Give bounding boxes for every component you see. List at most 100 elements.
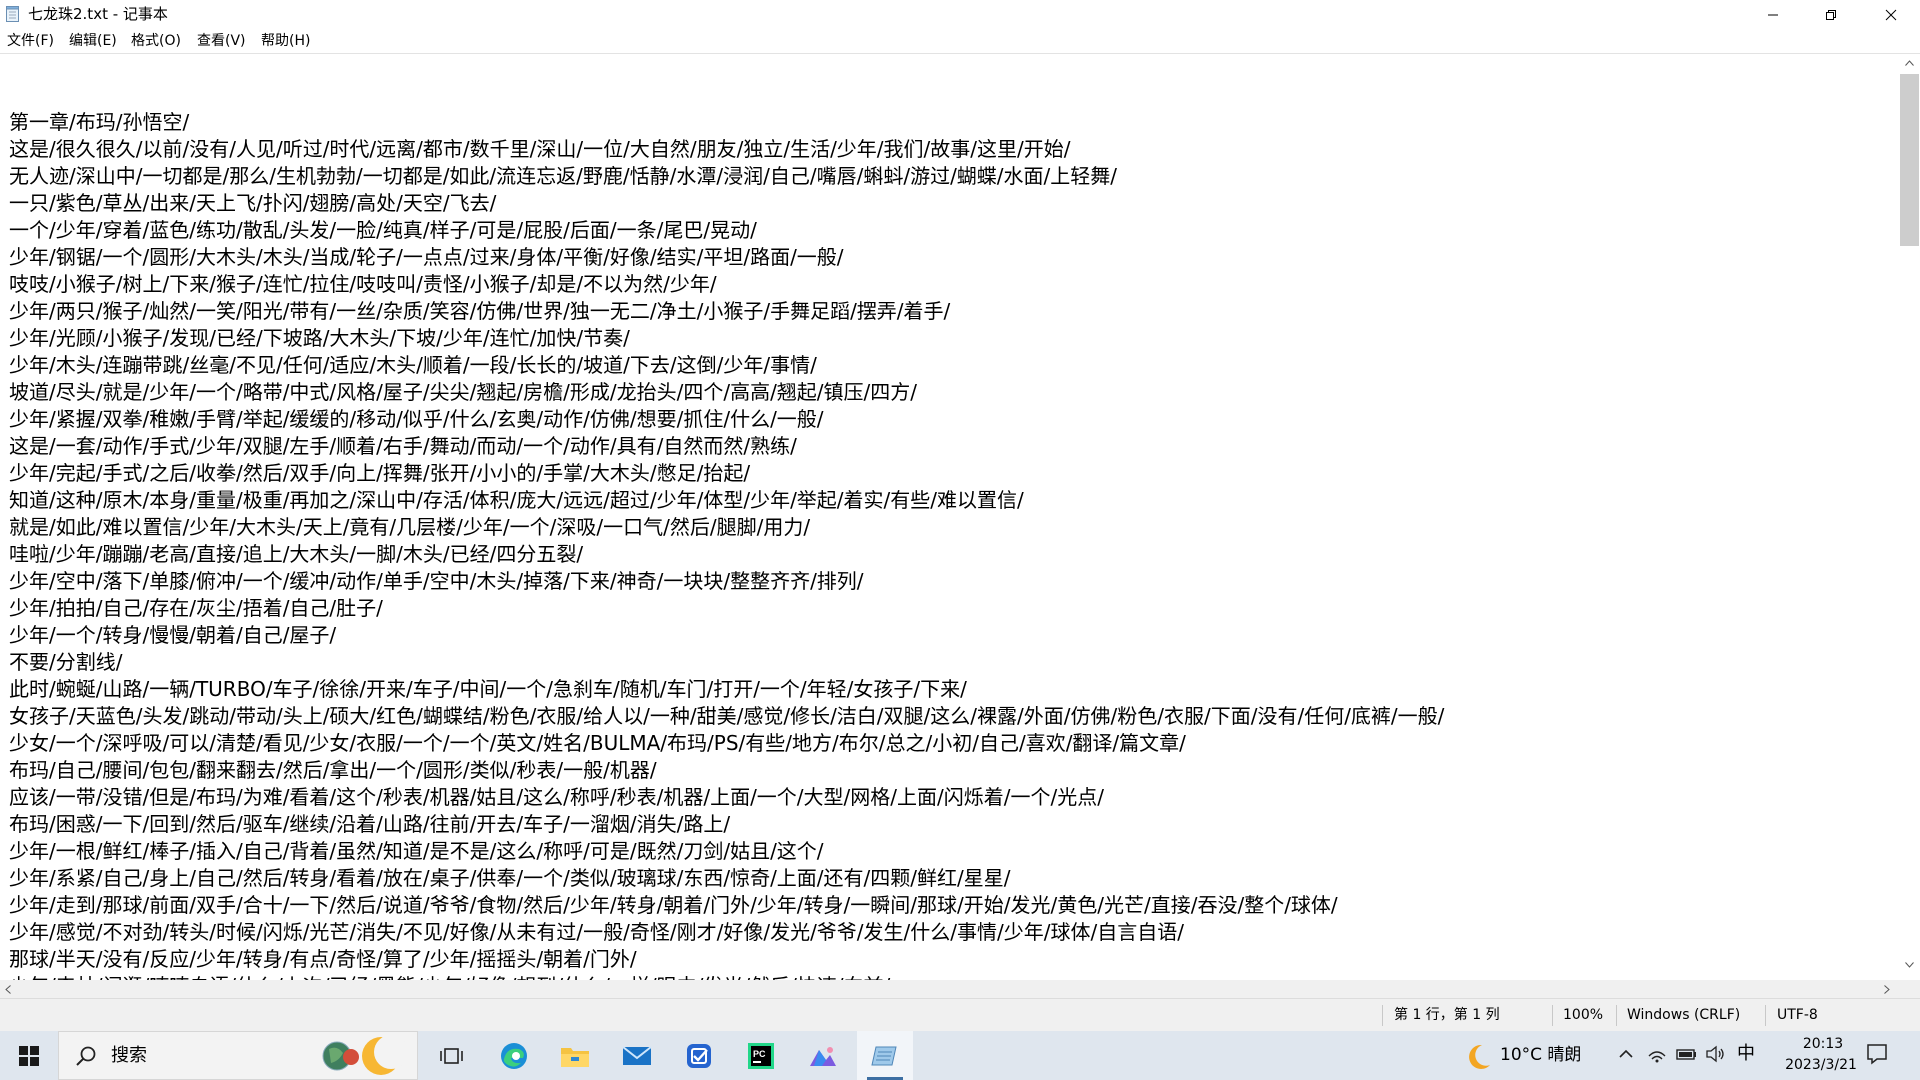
ime-indicator[interactable]: 中: [1737, 1043, 1755, 1065]
notepad-app-icon: [6, 6, 19, 22]
text-line: 少年/一根/鲜红/棒子/插入/自己/背着/虽然/知道/是不是/这么/称呼/可是/…: [9, 839, 824, 863]
menu-bar: 文件(F) 编辑(E) 格式(O) 查看(V) 帮助(H): [0, 29, 1920, 53]
text-line: 哇啦/少年/蹦蹦/老高/直接/追上/大木头/一脚/木头/已经/四分五裂/: [9, 542, 584, 566]
text-line: 一只/紫色/草丛/出来/天上飞/扑闪/翅膀/高处/天空/飞去/: [9, 191, 497, 215]
status-divider: [1552, 1005, 1553, 1026]
text-line: 少年/拍拍/自己/存在/灰尘/捂着/自己/肚子/: [9, 596, 383, 620]
volume-icon[interactable]: [1705, 1044, 1727, 1064]
vertical-scrollbar[interactable]: [1899, 54, 1920, 980]
file-explorer-icon: [561, 1047, 589, 1067]
photos-icon: [810, 1046, 836, 1066]
line-ending: Windows (CRLF): [1627, 1007, 1741, 1023]
text-line: 布玛/困惑/一下/回到/然后/驱车/继续/沿着/山路/往前/开去/车子/一溜烟/…: [9, 812, 731, 836]
editor-content[interactable]: 第一章/布玛/孙悟空/这是/很久很久/以前/没有/人见/听过/时代/远离/都市/…: [9, 82, 1444, 980]
menu-format[interactable]: 格式(O): [129, 32, 183, 50]
menu-help[interactable]: 帮助(H): [259, 32, 312, 50]
scroll-right-arrow-icon[interactable]: [1884, 985, 1890, 994]
notification-icon[interactable]: [1865, 1042, 1889, 1066]
title-bar: 七龙珠2.txt - 记事本: [0, 0, 1920, 29]
text-line: 少年/一个/转身/慢慢/朝着/自己/屋子/: [9, 623, 337, 647]
clock-date[interactable]: 2023/3/21: [1771, 1056, 1871, 1074]
network-icon[interactable]: [1647, 1044, 1667, 1064]
text-line: 布玛/自己/腰间/包包/翻来翻去/然后/拿出/一个/圆形/类似/秒表/一般/机器…: [9, 758, 657, 782]
menu-file[interactable]: 文件(F): [5, 32, 56, 50]
search-placeholder: 搜索: [111, 1045, 147, 1066]
text-line: 此时/蜿蜒/山路/一辆/TURBO/车子/徐徐/开来/车子/中间/一个/急刹车/…: [9, 677, 967, 701]
todo-icon: [687, 1043, 711, 1068]
search-highlight-icon: [322, 1035, 408, 1075]
taskbar-mail[interactable]: [609, 1031, 665, 1080]
status-bar: 第 1 行，第 1 列 100% Windows (CRLF) UTF-8: [0, 998, 1920, 1031]
menu-edit[interactable]: 编辑(E): [67, 32, 119, 50]
text-line: 少年/紧握/双拳/稚嫩/手臂/举起/缓缓的/移动/似乎/什么/玄奥/动作/仿佛/…: [9, 407, 824, 431]
text-line: 少年/感觉/不对劲/转头/时候/闪烁/光芒/消失/不见/好像/从未有过/一般/奇…: [9, 920, 1184, 944]
text-line: 坡道/尽头/就是/少年/一个/略带/中式/风格/屋子/尖尖/翘起/房檐/形成/龙…: [9, 380, 918, 404]
vertical-scroll-thumb[interactable]: [1900, 74, 1919, 246]
taskbar-edge[interactable]: [486, 1031, 542, 1080]
text-line: 少年/森林/闲逛/喃喃自语/什么/上次/已经/黑熊/少年/好像/想到/什么/一样…: [9, 973, 1444, 980]
zoom-level: 100%: [1563, 1007, 1604, 1023]
text-line: 应该/一带/没错/但是/布玛/为难/看着/这个/秒表/机器/姑且/这么/称呼/秒…: [9, 785, 1104, 809]
text-line: 吱吱/小猴子/树上/下来/猴子/连忙/拉住/吱吱叫/责怪/小猴子/却是/不以为然…: [9, 272, 717, 296]
text-line: 少女/一个/深呼吸/可以/清楚/看见/少女/衣服/一个/一个/英文/姓名/BUL…: [9, 731, 1186, 755]
svg-text:PC: PC: [753, 1049, 766, 1059]
taskbar-task-view[interactable]: [424, 1031, 480, 1080]
text-line: 少年/木头/连蹦带跳/丝毫/不见/任何/适应/木头/顺着/一段/长长的/坡道/下…: [9, 353, 817, 377]
scrollbar-corner: [1899, 980, 1920, 998]
text-line: 女孩子/天蓝色/头发/跳动/带动/头上/硕大/红色/蝴蝶结/粉色/衣服/给人以/…: [9, 704, 1445, 728]
text-line: 就是/如此/难以置信/少年/大木头/天上/竟有/几层楼/少年/一个/深吸/一口气…: [9, 515, 811, 539]
taskbar-file-explorer[interactable]: [547, 1031, 603, 1080]
scroll-left-arrow-icon[interactable]: [5, 985, 11, 994]
text-line: 不要/分割线/: [9, 650, 123, 674]
weather-temp[interactable]: 10°C 晴朗: [1500, 1045, 1581, 1065]
text-line: 少年/系紧/自己/身上/自己/然后/转身/看着/放在/桌子/供奉/一个/类似/玻…: [9, 866, 1011, 890]
weather-icon[interactable]: [1462, 1041, 1494, 1071]
text-line: 第一章/布玛/孙悟空/: [9, 110, 190, 134]
text-line: 少年/完起/手式/之后/收拳/然后/双手/向上/挥舞/张开/小小的/手掌/大木头…: [9, 461, 751, 485]
taskbar-pycharm[interactable]: PC: [733, 1031, 789, 1080]
text-line: 少年/空中/落下/单膝/俯冲/一个/缓冲/动作/单手/空中/木头/掉落/下来/神…: [9, 569, 864, 593]
text-line: 少年/走到/那球/前面/双手/合十/一下/然后/说道/爷爷/食物/然后/少年/转…: [9, 893, 1338, 917]
text-line: 一个/少年/穿着/蓝色/练功/散乱/头发/一脸/纯真/样子/可是/屁股/后面/一…: [9, 218, 757, 242]
taskbar-todo[interactable]: [671, 1031, 727, 1080]
close-icon: [1885, 9, 1897, 20]
text-line: 这是/一套/动作/手式/少年/双腿/左手/顺着/右手/舞动/而动/一个/动作/具…: [9, 434, 797, 458]
chevron-up-icon[interactable]: [1618, 1044, 1634, 1064]
minimize-button[interactable]: [1744, 0, 1802, 29]
window-title: 七龙珠2.txt - 记事本: [28, 5, 168, 23]
search-icon: [76, 1046, 96, 1066]
taskbar: 搜索 PC 10°C 晴朗 中 20:13 2023/3/21: [0, 1031, 1920, 1080]
taskbar-notepad[interactable]: [857, 1031, 913, 1080]
text-line: 少年/光顾/小猴子/发现/已经/下坡路/大木头/下坡/少年/连忙/加快/节奏/: [9, 326, 630, 350]
text-line: 少年/钢锯/一个/圆形/大木头/木头/当成/轮子/一点点/过来/身体/平衡/好像…: [9, 245, 844, 269]
menu-view[interactable]: 查看(V): [195, 32, 248, 50]
taskbar-search-box[interactable]: 搜索: [58, 1031, 418, 1080]
taskbar-photos[interactable]: [795, 1031, 851, 1080]
status-divider: [1765, 1005, 1766, 1026]
minimize-icon: [1768, 14, 1778, 15]
notepad-icon: [871, 1046, 897, 1065]
status-divider: [1616, 1005, 1617, 1026]
scroll-up-arrow-icon[interactable]: [1905, 60, 1914, 66]
cursor-position: 第 1 行，第 1 列: [1394, 1007, 1500, 1023]
horizontal-scrollbar[interactable]: [0, 980, 1899, 998]
text-line: 知道/这种/原木/本身/重量/极重/再加之/深山中/存活/体积/庞大/远远/超过…: [9, 488, 1024, 512]
maximize-button[interactable]: [1802, 0, 1860, 29]
text-line: 这是/很久很久/以前/没有/人见/听过/时代/远离/都市/数千里/深山/一位/大…: [9, 137, 1071, 161]
text-line: [9, 82, 1444, 109]
pycharm-icon: PC: [748, 1042, 774, 1069]
edge-icon: [501, 1042, 527, 1069]
text-editor[interactable]: 第一章/布玛/孙悟空/这是/很久很久/以前/没有/人见/听过/时代/远离/都市/…: [0, 54, 1899, 980]
clock-time[interactable]: 20:13: [1784, 1035, 1862, 1053]
text-line: 无人迹/深山中/一切都是/那么/生机勃勃/一切都是/如此/流连忘返/野鹿/恬静/…: [9, 164, 1118, 188]
start-button[interactable]: [0, 1031, 58, 1080]
windows-start-icon: [19, 1045, 39, 1066]
encoding: UTF-8: [1777, 1007, 1818, 1023]
battery-icon[interactable]: [1676, 1044, 1698, 1064]
text-line: 那球/半天/没有/反应/少年/转身/有点/奇怪/算了/少年/摇摇头/朝着/门外/: [9, 947, 637, 971]
close-button[interactable]: [1862, 0, 1920, 29]
restore-icon: [1826, 9, 1836, 20]
status-divider: [1382, 1005, 1383, 1026]
mail-icon: [622, 1045, 652, 1065]
scroll-down-arrow-icon[interactable]: [1905, 962, 1914, 968]
